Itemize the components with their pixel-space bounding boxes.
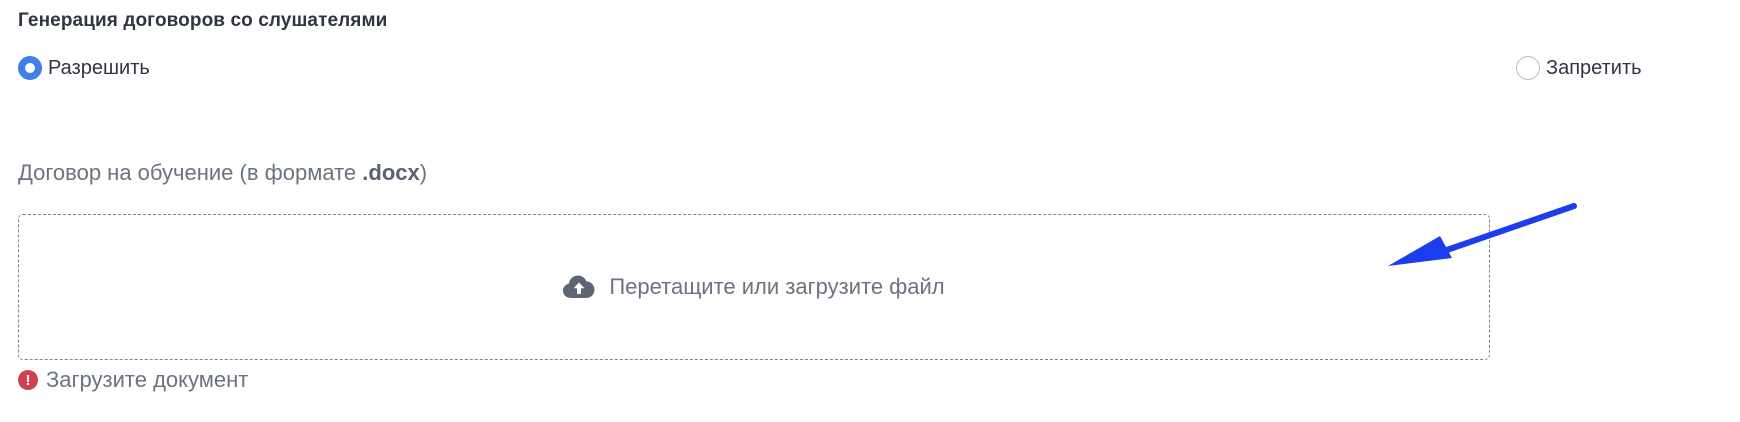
contract-field-label: Договор на обучение (в формате .docx) [18, 160, 427, 186]
contract-generation-settings: Генерация договоров со слушателями Разре… [0, 0, 1740, 422]
dropzone-content[interactable]: Перетащите или загрузите файл [563, 274, 945, 300]
radio-deny-label[interactable]: Запретить [1546, 57, 1642, 80]
contract-label-prefix: Договор на обучение (в формате [18, 160, 363, 185]
radio-deny[interactable]: Запретить [1516, 56, 1642, 80]
upload-error-message: ! Загрузите документ [18, 367, 248, 393]
radio-allow-label[interactable]: Разрешить [48, 57, 150, 80]
error-text: Загрузите документ [46, 367, 249, 392]
section-title: Генерация договоров со слушателями [18, 10, 388, 31]
file-dropzone[interactable]: Перетащите или загрузите файл [18, 214, 1490, 360]
radio-deny-indicator[interactable] [1516, 56, 1540, 80]
contract-label-format: .docx [362, 160, 420, 185]
cloud-upload-icon [563, 275, 595, 299]
contract-label-suffix: ) [419, 160, 428, 185]
radio-allow-indicator[interactable] [18, 56, 42, 80]
exclamation-circle-icon: ! [18, 370, 38, 390]
annotation-arrow [1388, 203, 1577, 266]
radio-selected-dot [25, 63, 35, 73]
dropzone-text: Перетащите или загрузите файл [609, 274, 945, 299]
radio-allow[interactable]: Разрешить [18, 56, 150, 80]
